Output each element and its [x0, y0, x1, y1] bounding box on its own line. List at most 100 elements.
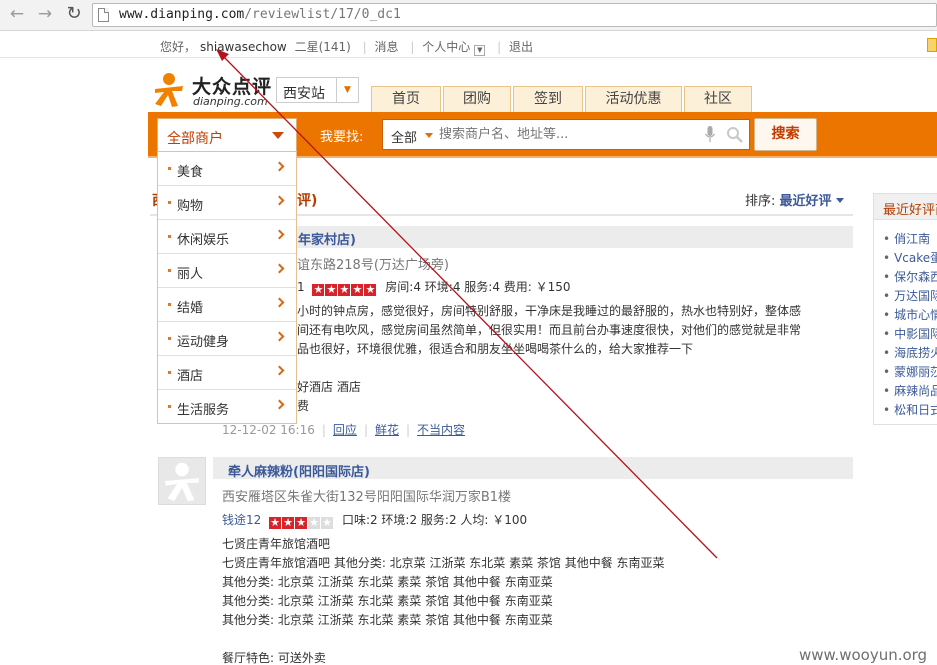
sidebar-item[interactable]: •城市心情: [883, 306, 937, 323]
search-input[interactable]: [439, 127, 699, 142]
tab-checkin[interactable]: 签到: [513, 86, 583, 112]
chevron-right-icon: [274, 365, 285, 376]
bullet-icon: [168, 201, 171, 204]
review-text-line: 七贤庄青年旅馆酒吧 其他分类: 北京菜 江浙菜 东北菜 素菜 茶馆 其他中餐 东…: [222, 556, 665, 570]
search-button[interactable]: 搜索: [754, 118, 817, 151]
chevron-down-icon[interactable]: [272, 132, 284, 139]
star-rating: ★ ★ ★ ★ ★: [312, 282, 377, 296]
notification-icon[interactable]: [927, 38, 937, 52]
tab-home[interactable]: 首页: [371, 86, 441, 112]
all-shops-label: 全部商户: [167, 131, 223, 147]
chevron-right-icon: [274, 229, 285, 240]
sidebar-item[interactable]: • 俏江南: [883, 230, 930, 247]
menu-item-label: 丽人: [177, 267, 204, 282]
menu-item-wedding[interactable]: 结婚: [158, 288, 296, 322]
sidebar-item[interactable]: •万达国际: [883, 287, 937, 304]
menu-item-beauty[interactable]: 丽人: [158, 254, 296, 288]
menu-item-label: 结婚: [177, 301, 204, 316]
reviewer-name[interactable]: 1: [297, 280, 305, 294]
username-link[interactable]: shiawasechow: [200, 40, 287, 54]
review-time: 12-12-02 16:16: [222, 423, 315, 437]
search-label: 我要找:: [320, 130, 364, 145]
menu-item-shopping[interactable]: 购物: [158, 186, 296, 220]
review-shop-title[interactable]: 年家村店): [298, 229, 356, 248]
search-icon[interactable]: [726, 126, 744, 144]
menu-item-food[interactable]: 美食: [158, 152, 296, 186]
all-shops-menu[interactable]: 全部商户: [157, 118, 297, 152]
search-category[interactable]: 全部: [391, 127, 417, 146]
user-level[interactable]: 二星(141): [295, 40, 351, 54]
address-bar[interactable]: www.dianping.com/reviewlist/17/0_dc1: [92, 3, 937, 27]
report-link[interactable]: 不当内容: [417, 423, 465, 437]
review-text-line: 七贤庄青年旅馆酒吧: [222, 537, 331, 551]
star-filled-icon: ★: [295, 516, 308, 529]
menu-item-hotel[interactable]: 酒店: [158, 356, 296, 390]
tab-group-buy[interactable]: 团购: [443, 86, 511, 112]
sidebar-item[interactable]: •麻辣尚品: [883, 382, 937, 399]
chevron-right-icon: [274, 331, 285, 342]
review-scores: 房间:4 环境:4 服务:4 费用: ￥150: [385, 280, 571, 294]
chevron-down-icon[interactable]: [425, 133, 433, 138]
greeting-text: 您好，: [160, 40, 197, 54]
sort-value[interactable]: 最近好评: [780, 194, 832, 209]
review-text-line: 其他分类: 北京菜 江浙菜 东北菜 素菜 茶馆 其他中餐 东南亚菜: [222, 594, 553, 608]
site-logo[interactable]: 大众点评 dianping.com: [152, 70, 271, 112]
menu-item-leisure[interactable]: 休闲娱乐: [158, 220, 296, 254]
menu-item-label: 购物: [177, 199, 204, 214]
sidebar-item[interactable]: •中影国际: [883, 325, 937, 342]
logo-mark-icon: [155, 73, 183, 107]
star-empty-icon: ★: [321, 516, 334, 529]
star-filled-icon: ★: [269, 516, 282, 529]
divider: |: [321, 423, 326, 437]
reply-link[interactable]: 回应: [333, 423, 357, 437]
sidebar-item[interactable]: •松和日式: [883, 401, 937, 418]
avatar[interactable]: [158, 457, 206, 505]
review-tail: 费: [297, 399, 310, 413]
sidebar-item[interactable]: •海底捞火: [883, 344, 937, 361]
chevron-right-icon: [274, 399, 285, 410]
back-icon[interactable]: ←: [6, 3, 28, 25]
menu-item-label: 酒店: [177, 369, 204, 384]
sidebar-item[interactable]: •Vcake蛋: [883, 249, 937, 266]
chevron-down-icon[interactable]: [835, 198, 844, 203]
flower-link[interactable]: 鲜花: [375, 423, 399, 437]
star-filled-icon: ★: [325, 283, 338, 296]
sidebar-item[interactable]: •保尔森西: [883, 268, 937, 285]
review-text-line: 间还有电吹风，感觉房间虽然简单，但很实用！而且前台办事速度很快，对他们的感觉就是…: [297, 323, 802, 337]
chevron-down-icon[interactable]: ▼: [336, 78, 358, 102]
tab-community[interactable]: 社区: [684, 86, 752, 112]
default-avatar-icon: [164, 462, 200, 502]
review-scores: 口味:2 环境:2 服务:2 人均: ￥100: [341, 513, 528, 527]
tab-promotions[interactable]: 活动优惠: [585, 86, 682, 112]
menu-item-life-services[interactable]: 生活服务: [158, 390, 296, 424]
sidebar-item[interactable]: •蒙娜丽莎: [883, 363, 937, 380]
url-text[interactable]: www.dianping.com/reviewlist/17/0_dc1: [119, 7, 401, 22]
messages-link[interactable]: 消息: [375, 40, 399, 54]
forward-icon[interactable]: →: [34, 3, 56, 25]
divider: |: [406, 423, 411, 437]
star-filled-icon: ★: [312, 283, 325, 296]
chevron-right-icon: [274, 195, 285, 206]
user-center-link[interactable]: 个人中心: [422, 40, 470, 54]
menu-item-sports[interactable]: 运动健身: [158, 322, 296, 356]
reviewer-name[interactable]: 钱途12: [222, 513, 261, 527]
reload-icon[interactable]: ↻: [63, 3, 85, 25]
bullet-icon: [168, 405, 171, 408]
logo-en-text: dianping.com: [193, 95, 268, 108]
panel-title: 最近好评商: [883, 203, 937, 218]
chevron-right-icon: [274, 297, 285, 308]
sort-control[interactable]: 排序: 最近好评: [745, 190, 844, 209]
divider: |: [363, 423, 368, 437]
city-label: 西安站: [283, 86, 325, 102]
star-empty-icon: ★: [308, 516, 321, 529]
star-filled-icon: ★: [351, 283, 364, 296]
microphone-icon[interactable]: [705, 126, 715, 143]
review-shop-address: 西安雁塔区朱雀大街132号阳阳国际华润万家B1楼: [222, 490, 512, 505]
review-rating-line: 钱途12 ★ ★ ★ ★ ★ 口味:2 环境:2 服务:2 人均: ￥100: [222, 511, 527, 529]
bullet-icon: [168, 167, 171, 170]
chevron-down-icon[interactable]: ▼: [474, 45, 486, 56]
star-filled-icon: ★: [364, 283, 377, 296]
city-selector[interactable]: 西安站 ▼: [276, 77, 359, 103]
logout-link[interactable]: 退出: [509, 40, 533, 54]
review-shop-title[interactable]: 牵人麻辣粉(阳阳国际店): [228, 461, 370, 480]
